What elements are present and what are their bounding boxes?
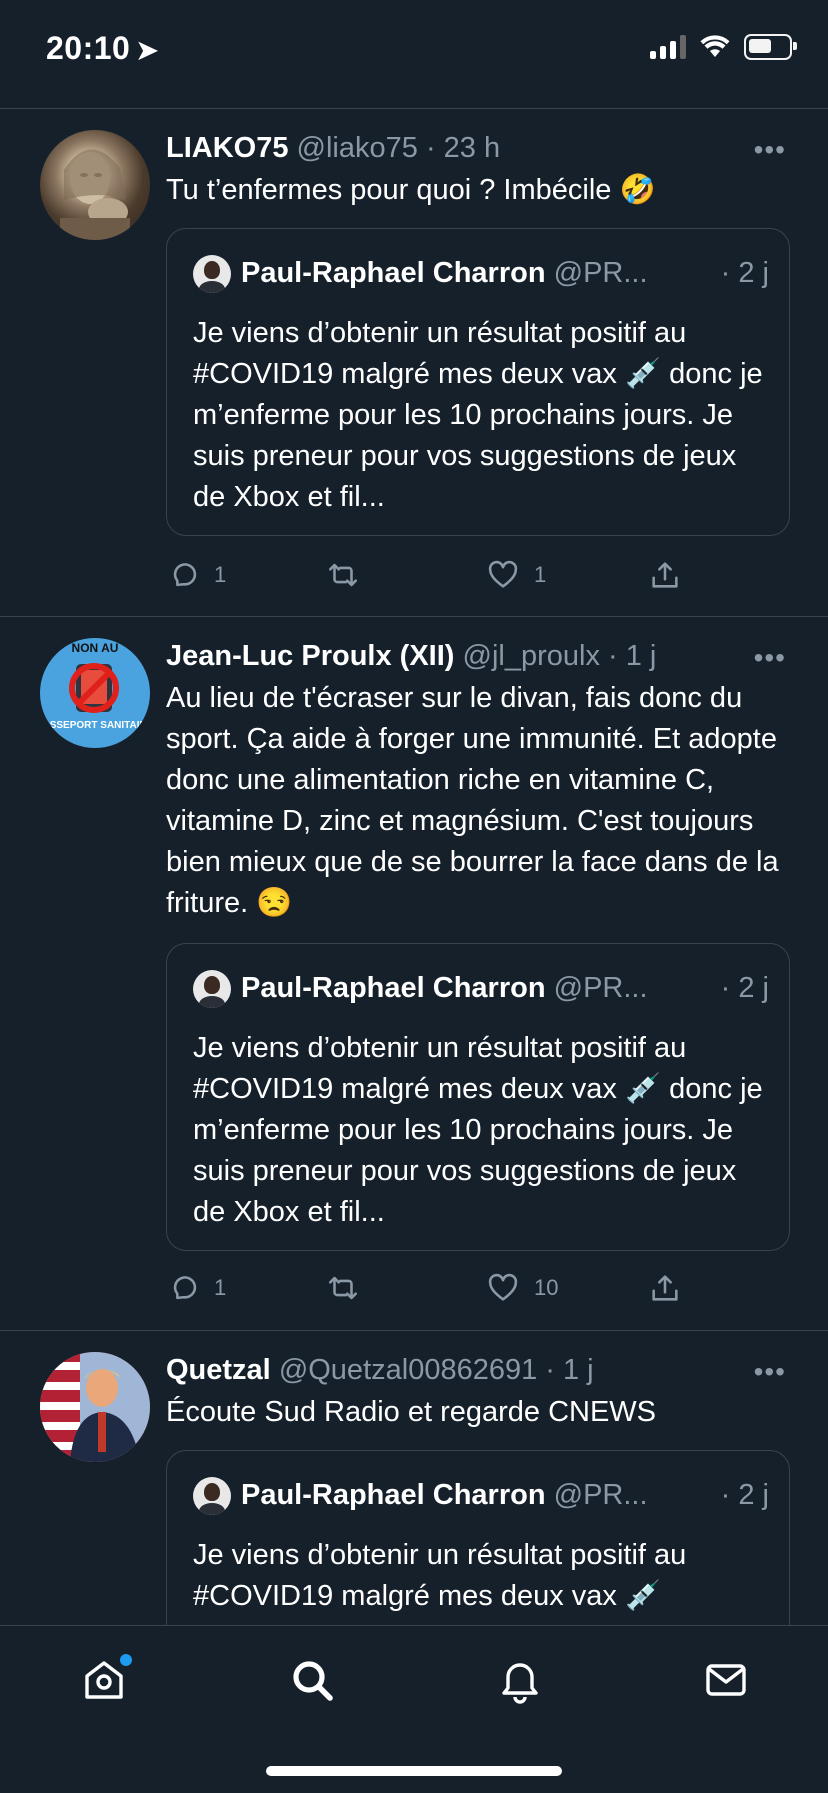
tweet[interactable]: Quetzal @Quetzal00862691 · 1 j Écoute Su…	[0, 1330, 828, 1625]
quoted-author-handle: @PR...	[553, 972, 648, 1004]
avatar[interactable]	[40, 1352, 150, 1462]
more-options-icon[interactable]: •••	[754, 134, 786, 166]
retweet-icon	[328, 1276, 358, 1300]
more-options-icon[interactable]: •••	[754, 642, 786, 674]
reply-count: 1	[214, 562, 227, 587]
quoted-tweet[interactable]: Paul-Raphael Charron @PR... · 2 j Je vie…	[166, 228, 790, 536]
tweet[interactable]: NON AU PASSEPORT SANITAIRE Jean-Luc Prou…	[0, 616, 828, 1331]
tweet-text: Écoute Sud Radio et regarde CNEWS	[166, 1396, 657, 1428]
author-handle: @jl_proulx · 1 j	[462, 640, 657, 672]
battery-icon	[744, 34, 797, 60]
reply-icon	[173, 1276, 197, 1300]
tab-notifications[interactable]	[496, 1656, 544, 1704]
home-notification-dot	[120, 1654, 132, 1666]
quoted-author-handle: @PR...	[553, 257, 648, 289]
quoted-author-name: Paul-Raphael Charron	[241, 1479, 546, 1511]
quoted-date: · 2 j	[712, 1475, 769, 1515]
retweet-button[interactable]	[326, 1271, 360, 1305]
quoted-avatar	[193, 1477, 231, 1516]
share-button[interactable]	[648, 558, 682, 592]
location-arrow-icon: ➤	[136, 35, 159, 65]
like-count: 1	[534, 562, 547, 587]
reply-button[interactable]: 1	[166, 1271, 226, 1305]
home-indicator[interactable]	[266, 1766, 562, 1776]
like-count: 10	[534, 1275, 559, 1300]
reply-icon	[173, 563, 197, 587]
tweet-actions: 1 10	[166, 1268, 726, 1308]
quoted-date: · 2 j	[712, 253, 769, 293]
author-name[interactable]: Jean-Luc Proulx (XII)	[166, 640, 454, 672]
flag-hug-avatar-image	[40, 1352, 150, 1462]
quoted-author-handle: @PR...	[553, 1479, 648, 1511]
share-icon	[652, 562, 678, 588]
quoted-date: · 2 j	[712, 968, 769, 1008]
quoted-text: Je viens d’obtenir un résultat positif a…	[193, 1032, 763, 1228]
tweet-text: Au lieu de t'écraser sur le divan, fais …	[166, 682, 779, 919]
quoted-author-name: Paul-Raphael Charron	[241, 972, 546, 1004]
quoted-avatar	[193, 255, 231, 294]
quoted-text: Je viens d’obtenir un résultat positif a…	[193, 1539, 687, 1612]
status-bar: 20:10 ➤	[0, 0, 828, 109]
share-button[interactable]	[648, 1271, 682, 1305]
heart-icon	[488, 1273, 518, 1301]
tab-home[interactable]	[80, 1654, 132, 1704]
avatar[interactable]: NON AU PASSEPORT SANITAIRE	[40, 638, 150, 748]
like-button[interactable]: 1	[486, 558, 546, 592]
bell-icon	[502, 1663, 538, 1704]
quoted-author-name: Paul-Raphael Charron	[241, 257, 546, 289]
share-icon	[652, 1275, 678, 1301]
like-button[interactable]: 10	[486, 1271, 558, 1305]
tweet-text: Tu t’enfermes pour quoi ? Imbécile 🤣	[166, 174, 656, 206]
retweet-icon	[328, 563, 358, 587]
tweet[interactable]: LIAKO75 @liako75 · 23 h Tu t’enfermes po…	[0, 108, 828, 617]
status-icons	[650, 34, 797, 60]
reply-count: 1	[214, 1275, 227, 1300]
author-handle: @Quetzal00862691 · 1 j	[278, 1354, 594, 1386]
search-icon	[293, 1661, 333, 1701]
more-options-icon[interactable]: •••	[754, 1356, 786, 1388]
tweet-actions: 1 1	[166, 555, 726, 595]
statue-avatar-image	[60, 149, 130, 240]
author-name[interactable]: Quetzal	[166, 1354, 271, 1386]
reply-button[interactable]: 1	[166, 558, 226, 592]
quoted-text: Je viens d’obtenir un résultat positif a…	[193, 317, 763, 513]
wifi-icon	[700, 35, 730, 57]
tab-search[interactable]	[288, 1656, 336, 1704]
quoted-tweet[interactable]: Paul-Raphael Charron @PR... · 2 j Je vie…	[166, 943, 790, 1251]
avatar-text-top: NON AU	[72, 641, 119, 655]
anti-passport-avatar-image: NON AU PASSEPORT SANITAIRE	[40, 641, 150, 731]
quoted-tweet[interactable]: Paul-Raphael Charron @PR... · 2 j Je vie…	[166, 1450, 790, 1625]
avatar[interactable]	[40, 130, 150, 240]
retweet-button[interactable]	[326, 558, 360, 592]
author-handle: @liako75 · 23 h	[296, 132, 501, 164]
mail-icon	[706, 1664, 746, 1696]
heart-icon	[488, 560, 518, 588]
status-time: 20:10 ➤	[46, 30, 159, 66]
avatar-text-bottom: PASSEPORT SANITAIRE	[40, 720, 150, 731]
tab-messages[interactable]	[702, 1656, 750, 1704]
author-name[interactable]: LIAKO75	[166, 132, 288, 164]
cellular-signal-icon	[650, 35, 686, 59]
quoted-avatar	[193, 970, 231, 1009]
